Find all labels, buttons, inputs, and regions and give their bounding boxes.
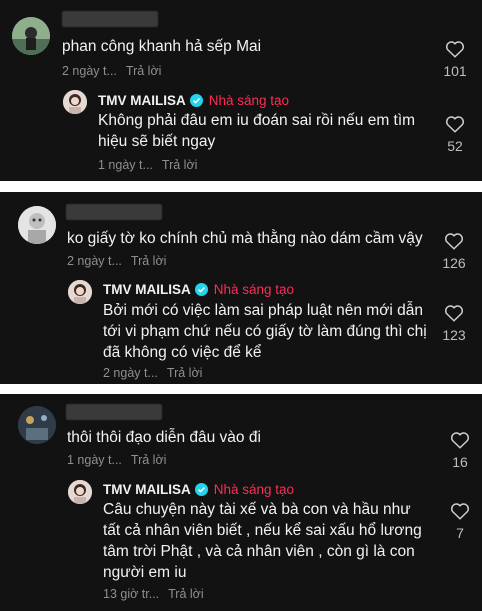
comment-text: thôi thôi đạo diễn đâu vào đi (67, 429, 261, 446)
creator-name[interactable]: TMV MAILISA Nhà sáng tạo (103, 482, 294, 497)
creator-avatar[interactable] (63, 90, 87, 114)
like-count: 123 (442, 327, 466, 343)
comment-meta: 2 ngày t... Trả lời (62, 64, 161, 78)
like-button[interactable]: 52 (435, 115, 475, 154)
comment-time: 2 ngày t... (62, 64, 117, 78)
creator-name[interactable]: TMV MAILISA Nhà sáng tạo (98, 93, 289, 108)
comment-time: 2 ngày t... (67, 254, 122, 268)
creator-avatar[interactable] (68, 480, 92, 504)
creator-badge: Nhà sáng tạo (208, 93, 290, 108)
reply-time: 1 ngày t... (98, 158, 153, 172)
heart-icon (450, 503, 470, 520)
reply-meta: 13 giờ tr... Trả lời (103, 587, 204, 601)
reply-button[interactable]: Trả lời (131, 453, 167, 467)
comment-meta: 1 ngày t... Trả lời (67, 453, 166, 467)
verified-icon (189, 94, 203, 107)
creator-name[interactable]: TMV MAILISA Nhà sáng tạo (103, 282, 294, 297)
like-count: 16 (452, 454, 468, 470)
reply-button[interactable]: Trả lời (167, 366, 203, 380)
reply-time: 2 ngày t... (103, 366, 158, 380)
comment-thread-1: phan công khanh hả sếp Mai 2 ngày t... Tr… (0, 0, 482, 181)
comment-thread-2: ko giấy tờ ko chính chủ mà thằng nào dám… (0, 192, 482, 384)
commenter-name-hidden (66, 404, 162, 420)
like-count: 7 (456, 525, 464, 541)
comment-text: ko giấy tờ ko chính chủ mà thằng nào dám… (67, 230, 423, 247)
commenter-avatar[interactable] (18, 206, 56, 244)
verified-icon (194, 283, 208, 296)
reply-text: Bởi mới có việc làm sai pháp luật nên mớ… (103, 302, 427, 361)
heart-icon (445, 41, 465, 58)
creator-badge: Nhà sáng tạo (213, 282, 295, 297)
reply-meta: 2 ngày t... Trả lời (103, 366, 202, 380)
like-button[interactable]: 101 (435, 40, 475, 79)
commenter-name-hidden (66, 204, 162, 220)
heart-icon (444, 305, 464, 322)
creator-avatar[interactable] (68, 280, 92, 304)
commenter-avatar[interactable] (12, 17, 50, 55)
heart-icon (444, 233, 464, 250)
comment-thread-3: thôi thôi đạo diễn đâu vào đi 1 ngày t..… (0, 394, 482, 611)
reply-button[interactable]: Trả lời (131, 254, 167, 268)
heart-icon (445, 116, 465, 133)
like-button[interactable]: 16 (440, 431, 480, 470)
commenter-avatar[interactable] (18, 406, 56, 444)
reply-time: 13 giờ tr... (103, 587, 160, 601)
commenter-name-hidden (62, 11, 158, 27)
like-button[interactable]: 126 (434, 232, 474, 271)
reply-text: Câu chuyện này tài xế và bà con và hầu n… (103, 501, 422, 581)
reply-button[interactable]: Trả lời (162, 158, 198, 172)
like-button[interactable]: 7 (440, 502, 480, 541)
comment-time: 1 ngày t... (67, 453, 122, 467)
like-count: 126 (442, 255, 466, 271)
like-count: 52 (447, 138, 463, 154)
creator-badge: Nhà sáng tạo (213, 482, 295, 497)
verified-icon (194, 483, 208, 496)
heart-icon (450, 432, 470, 449)
reply-text: Không phải đâu em iu đoán sai rồi nếu em… (98, 112, 416, 150)
reply-button[interactable]: Trả lời (126, 64, 162, 78)
reply-meta: 1 ngày t... Trả lời (98, 158, 197, 172)
comment-meta: 2 ngày t... Trả lời (67, 254, 166, 268)
like-button[interactable]: 123 (434, 304, 474, 343)
like-count: 101 (443, 63, 467, 79)
comment-text: phan công khanh hả sếp Mai (62, 38, 262, 55)
reply-button[interactable]: Trả lời (168, 587, 204, 601)
